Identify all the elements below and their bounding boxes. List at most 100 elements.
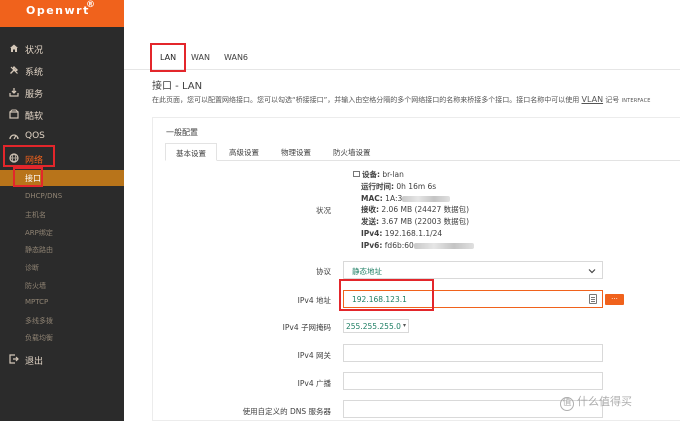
status-ipv4-value: 192.168.1.1/24 [384,228,443,238]
sidebar-subitem-diagnostics[interactable]: 诊断 [0,260,124,276]
sidebar-subitem-dhcp-dns[interactable]: DHCP/DNS [0,189,124,205]
status-mac-row: MAC: 1A:3 [353,193,493,205]
tab-advanced-settings[interactable]: 高级设置 [219,143,269,161]
status-rx-row: 接收: 2.06 MB (24427 数据包) [353,204,493,216]
ipv4-broadcast-input[interactable] [343,372,603,390]
redacted-mac [402,195,451,202]
ipv4-gateway-input[interactable] [343,344,603,362]
protocol-select[interactable]: 静态地址 [343,261,603,279]
page-title: 接口 - LAN [152,81,203,92]
box-icon [9,109,19,119]
sidebar-item-label: 系统 [25,68,44,78]
watermark-text: 什么值得买 [577,395,632,408]
protocol-label: 协议 [316,267,331,276]
status-mac-value: 1A:3 [385,193,403,203]
logout-icon [9,354,19,364]
sidebar-subitem-load-balancing[interactable]: 负载均衡 [0,330,124,346]
sidebar: Openwrt ® 状况 系统 服务 酷软 QOS 网络 接口 DHCP/DNS… [0,0,124,421]
highlight-interfaces [13,167,43,187]
status-rx-label: 接收: [361,205,379,215]
list-picker-icon[interactable] [589,294,597,304]
brand-logo[interactable]: Openwrt [26,4,90,17]
tab-physical-settings[interactable]: 物理设置 [271,143,321,161]
status-rx-value: 2.06 MB (24427 数据包) [381,205,470,215]
brand-header: Openwrt ® [0,0,124,27]
tab-basic-settings[interactable]: 基本设置 [165,143,217,161]
sidebar-subitem-hostnames[interactable]: 主机名 [0,207,124,223]
sidebar-subitem-label: ARP绑定 [25,229,53,237]
sidebar-subitem-label: 负载均衡 [25,334,53,342]
sidebar-item-services[interactable]: 服务 [0,83,124,103]
sidebar-subitem-label: DHCP/DNS [25,192,63,200]
tab-firewall-settings[interactable]: 防火墙设置 [323,143,381,161]
sidebar-item-label: QOS [25,131,45,141]
status-tx-row: 发送: 3.67 MB (22003 数据包) [353,216,493,228]
sidebar-item-label: 酷软 [25,112,44,122]
status-block: 设备: br-lan 运行时间: 0h 16m 6s MAC: 1A:3 接收:… [353,169,493,252]
general-config-card: 一般配置 基本设置 高级设置 物理设置 防火墙设置 状况 设备: br-lan … [152,117,680,421]
status-ipv4-label: IPv4: [361,228,383,238]
ipv4-address-label: IPv4 地址 [297,296,331,305]
sidebar-item-system[interactable]: 系统 [0,61,124,81]
sidebar-subitem-label: 静态路由 [25,246,53,254]
sidebar-item-logout[interactable]: 退出 [0,350,124,370]
status-ipv6-label: IPv6: [361,240,383,250]
status-device-label: 设备: [362,170,380,179]
sidebar-item-label: 状况 [25,46,44,56]
status-tx-value: 3.67 MB (22003 数据包) [381,217,470,227]
highlight-ipv4-address [339,279,434,311]
status-mac-label: MAC: [361,193,383,203]
protocol-select-value: 静态地址 [352,267,382,276]
section-title: 一般配置 [166,128,198,137]
vlan-link[interactable]: VLAN [581,95,603,104]
sidebar-subitem-label: 诊断 [25,264,39,272]
network-device-icon [353,171,360,177]
config-subtabs: 基本设置 高级设置 物理设置 防火墙设置 [165,143,680,161]
tab-wan6[interactable]: WAN6 [224,53,248,62]
top-bar [124,0,680,27]
sidebar-subitem-static-routes[interactable]: 静态路由 [0,242,124,258]
page-description-tail: 记号 [603,96,622,104]
ipv4-broadcast-label: IPv4 广播 [297,379,331,388]
chevron-down-icon [588,269,596,274]
sidebar-subitem-arp-binding[interactable]: ARP绑定 [0,225,124,241]
highlight-tab-lan [150,43,186,72]
status-tx-label: 发送: [361,217,379,227]
more-options-button[interactable]: ... [605,294,624,305]
tab-wan[interactable]: WAN [191,53,210,62]
status-device-row: 设备: br-lan [353,169,493,181]
sidebar-item-qos[interactable]: QOS [0,127,124,147]
watermark-logo: 值 [560,397,574,411]
ipv4-netmask-value: 255.255.255.0 [346,322,401,331]
ipv4-netmask-label: IPv4 子网掩码 [282,323,331,332]
watermark: 值什么值得买 [560,393,632,411]
custom-dns-label: 使用自定义的 DNS 服务器 [242,407,331,416]
status-device-value: br-lan [382,170,404,179]
registered-mark: ® [86,0,95,10]
status-uptime-row: 运行时间: 0h 16m 6s [353,181,493,193]
sidebar-item-software[interactable]: 酷软 [0,105,124,125]
sidebar-subitem-label: 多线多拨 [25,317,53,325]
status-uptime-label: 运行时间: [361,181,394,191]
openwrt-admin-app: Openwrt ® 状况 系统 服务 酷软 QOS 网络 接口 DHCP/DNS… [0,0,680,421]
sidebar-subitem-label: 主机名 [25,211,46,219]
status-uptime-value: 0h 16m 6s [396,181,437,191]
gauge-icon [9,134,19,140]
page-description-text: 在此页面，您可以配置网络接口。您可以勾选“桥接接口”，并输入由空格分隔的多个网络… [152,96,582,104]
interface-tabs: LAN WAN WAN6 [124,40,680,70]
sidebar-item-status[interactable]: 状况 [0,39,124,59]
sidebar-subitem-firewall[interactable]: 防火墙 [0,278,124,294]
download-icon [9,88,19,97]
ipv4-gateway-label: IPv4 网关 [297,351,331,360]
redacted-ipv6 [413,242,474,249]
interface-token: INTERFACE [621,98,651,104]
ipv4-netmask-select[interactable]: 255.255.255.0 ▾ [343,319,409,333]
sidebar-item-label: 服务 [25,90,44,100]
sidebar-item-label: 退出 [25,357,44,367]
sidebar-subitem-multiwan[interactable]: 多线多拨 [0,313,124,329]
status-ipv6-value: fd6b:60 [384,240,414,250]
sidebar-subitem-mptcp[interactable]: MPTCP [0,295,124,311]
page-description: 在此页面，您可以配置网络接口。您可以勾选“桥接接口”，并输入由空格分隔的多个网络… [152,95,680,105]
highlight-network [3,145,55,167]
sidebar-subitem-label: 防火墙 [25,282,46,290]
